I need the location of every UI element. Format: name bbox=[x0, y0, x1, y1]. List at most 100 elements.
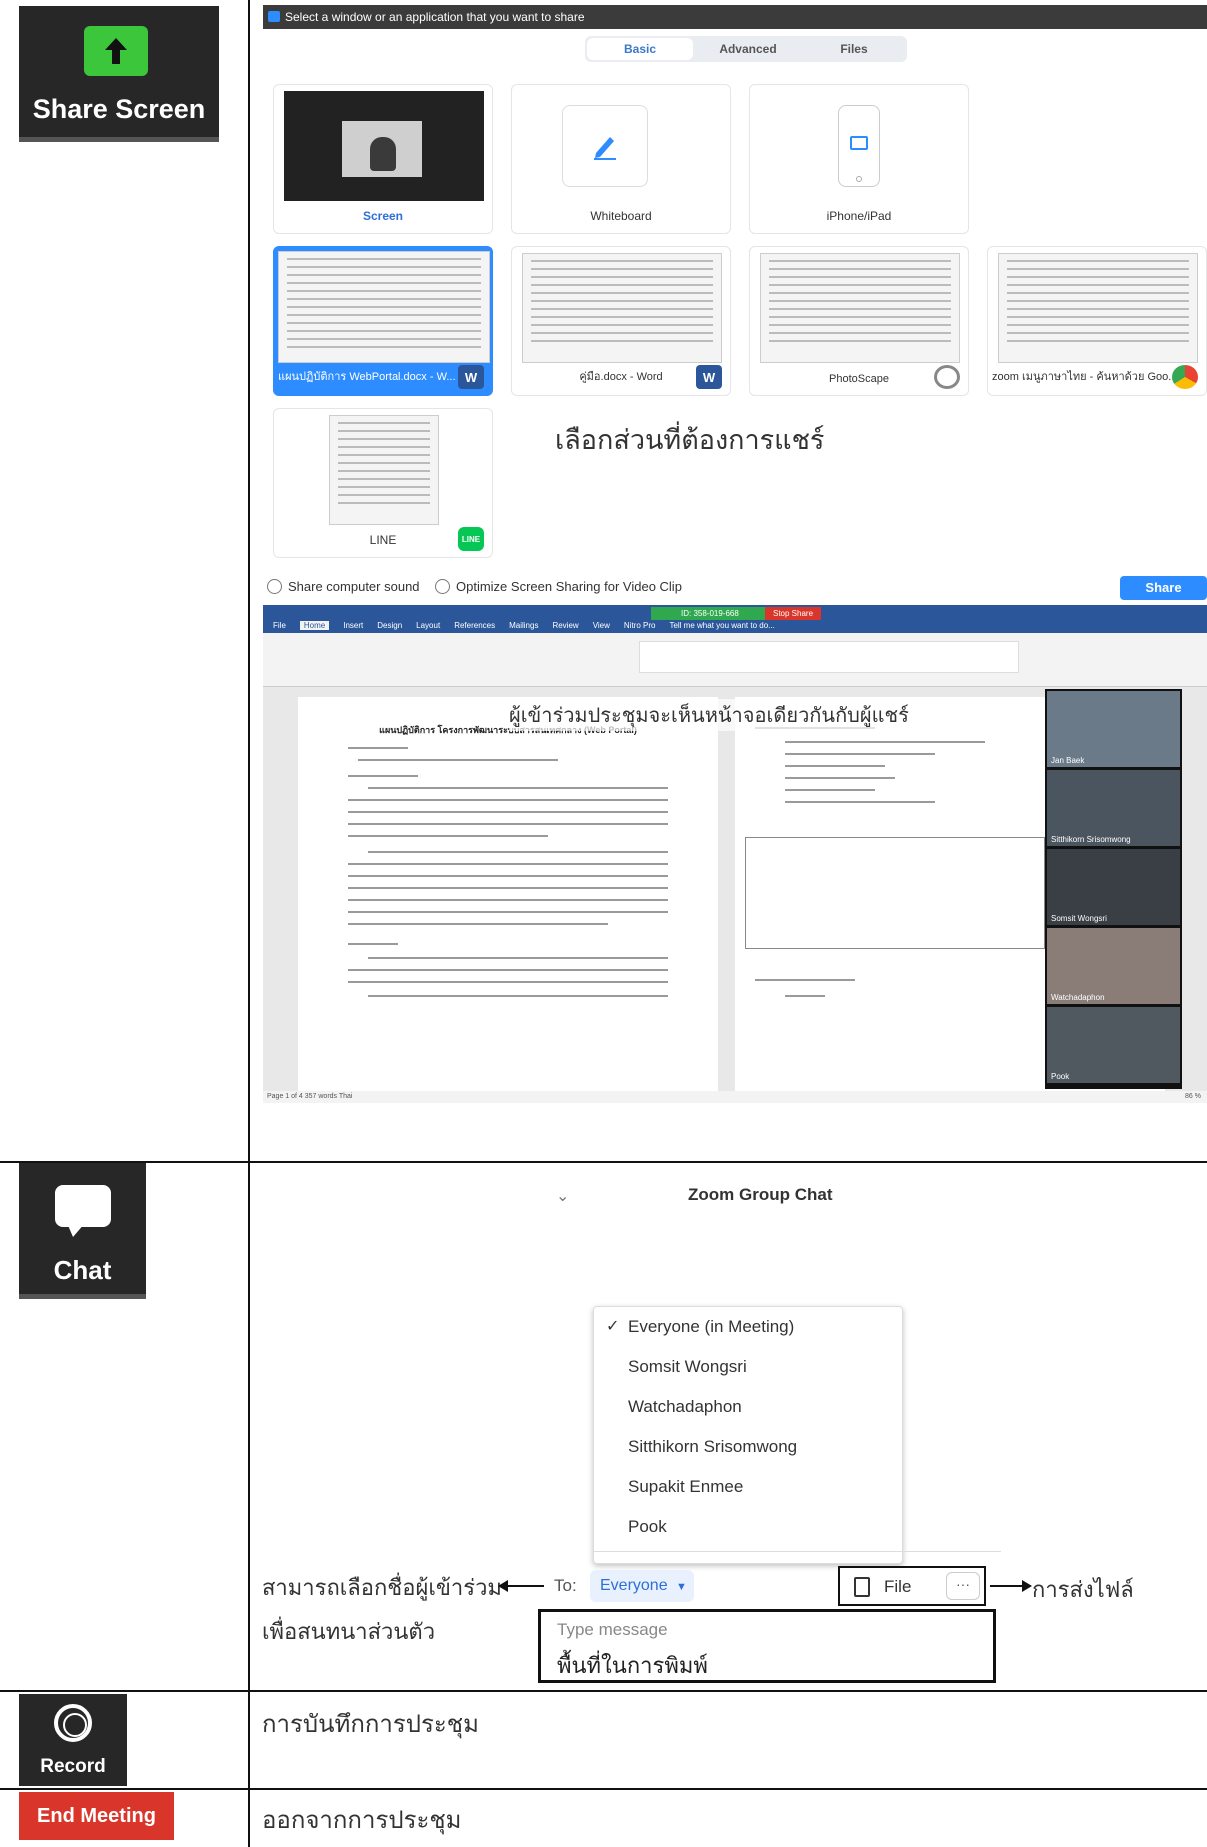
chevron-down-icon[interactable]: ⌄ bbox=[556, 1186, 569, 1206]
tell-me-box[interactable]: Tell me what you want to do... bbox=[669, 621, 774, 630]
share-tile-photoscape[interactable]: PhotoScape bbox=[749, 246, 969, 396]
ribbon-tab[interactable]: Nitro Pro bbox=[624, 621, 656, 630]
tile-caption: iPhone/iPad bbox=[826, 209, 892, 223]
annotation-private-1: สามารถเลือกชื่อผู้เข้าร่วม bbox=[262, 1576, 502, 1601]
to-label: To: bbox=[554, 1576, 577, 1595]
recipient-option[interactable]: Pook bbox=[594, 1507, 902, 1547]
ribbon-tab[interactable]: Layout bbox=[416, 621, 440, 630]
share-tile-screen[interactable]: Screen bbox=[273, 84, 493, 234]
checkmark-icon: ✓ bbox=[606, 1318, 620, 1335]
more-options-button[interactable]: ··· bbox=[946, 1572, 980, 1600]
optimize-video-checkbox[interactable] bbox=[435, 579, 450, 594]
ribbon-tab[interactable]: View bbox=[593, 621, 610, 630]
tab-advanced[interactable]: Advanced bbox=[695, 36, 801, 62]
share-confirm-button[interactable]: Share bbox=[1120, 576, 1207, 600]
tile-caption: Whiteboard bbox=[590, 209, 652, 223]
participant-video: Somsit Wongsri bbox=[1047, 849, 1180, 925]
share-sound-checkbox[interactable] bbox=[267, 579, 282, 594]
ribbon-tab[interactable]: Mailings bbox=[509, 621, 538, 630]
file-button[interactable]: File ··· bbox=[838, 1566, 986, 1606]
share-tile-webportal-doc[interactable]: แผนปฏิบัติการ WebPortal.docx - W... W bbox=[273, 246, 493, 396]
share-tile-iphone[interactable]: iPhone/iPad bbox=[749, 84, 969, 234]
photoscape-icon bbox=[934, 365, 960, 389]
document-thumbnail bbox=[522, 253, 722, 363]
file-label: File bbox=[884, 1577, 912, 1596]
line-app-thumbnail bbox=[329, 415, 439, 525]
ribbon-tab[interactable]: Review bbox=[552, 621, 578, 630]
zoom-level: 86 % bbox=[1185, 1093, 1201, 1100]
arrow-left-icon bbox=[498, 1580, 544, 1592]
share-screen-button[interactable]: Share Screen bbox=[19, 6, 219, 142]
line-icon: LINE bbox=[458, 527, 484, 551]
recipient-option[interactable]: Sitthikorn Srisomwong bbox=[594, 1427, 902, 1467]
message-input[interactable]: Type message พื้นที่ในการพิมพ์ bbox=[538, 1609, 996, 1683]
recipient-option[interactable]: Somsit Wongsri bbox=[594, 1347, 902, 1387]
arrow-right-icon bbox=[990, 1580, 1032, 1592]
ribbon-tab[interactable]: Design bbox=[377, 621, 402, 630]
annotation-same-screen: ผู้เข้าร่วมประชุมจะเห็นหน้าจอเดียวกันกับ… bbox=[509, 699, 909, 731]
manual-table: Share Screen Chat Record End Meeting Sel… bbox=[0, 0, 1207, 1847]
recipient-option[interactable]: ✓ Everyone (in Meeting) bbox=[594, 1307, 902, 1347]
share-window-titlebar: Select a window or an application that y… bbox=[263, 5, 1207, 29]
share-tile-chrome[interactable]: zoom เมนูภาษาไทย - ค้นหาด้วย Goo... bbox=[987, 246, 1207, 396]
message-placeholder: Type message bbox=[557, 1620, 668, 1639]
annotation-typing-area: พื้นที่ในการพิมพ์ bbox=[557, 1654, 708, 1679]
chat-bubble-tail bbox=[67, 1223, 85, 1237]
share-tile-manual-doc[interactable]: คู่มือ.docx - Word W bbox=[511, 246, 731, 396]
ribbon-tab[interactable]: Home bbox=[299, 621, 330, 630]
status-text: Page 1 of 4 357 words Thai bbox=[267, 1093, 353, 1100]
end-meeting-label: End Meeting bbox=[37, 1804, 156, 1827]
annotation-file: การส่งไฟล์ bbox=[1032, 1578, 1134, 1603]
chevron-down-icon: ▼ bbox=[676, 1581, 687, 1593]
browser-thumbnail bbox=[998, 253, 1198, 363]
phone-icon bbox=[838, 105, 880, 187]
share-arrow-icon bbox=[84, 26, 148, 76]
schedule-table bbox=[745, 837, 1045, 949]
end-meeting-description: ออกจากการประชุม bbox=[262, 1806, 462, 1834]
chat-button[interactable]: Chat bbox=[19, 1163, 146, 1299]
recipient-menu: ✓ Everyone (in Meeting) Somsit Wongsri Wa… bbox=[593, 1306, 903, 1564]
recipient-value: Everyone bbox=[600, 1577, 668, 1594]
share-tabs: Basic Advanced Files bbox=[585, 36, 907, 62]
share-tile-line[interactable]: LINE LINE bbox=[273, 408, 493, 558]
row-divider bbox=[0, 1788, 1207, 1790]
share-sound-label: Share computer sound bbox=[288, 579, 420, 594]
recipient-dropdown[interactable]: Everyone ▼ bbox=[590, 1570, 694, 1602]
tile-caption: Screen bbox=[362, 209, 404, 223]
annotation-private-2: เพื่อสนทนาส่วนตัว bbox=[262, 1620, 436, 1645]
chat-header: Zoom Group Chat bbox=[688, 1185, 833, 1204]
row-divider bbox=[0, 1161, 1207, 1163]
share-sound-option[interactable]: Share computer sound bbox=[267, 579, 420, 594]
meeting-share-bar: ID: 358-019-668 Stop Share bbox=[651, 607, 821, 620]
recipient-option[interactable]: Watchadaphon bbox=[594, 1387, 902, 1427]
share-screen-label: Share Screen bbox=[32, 94, 206, 124]
record-button[interactable]: Record bbox=[19, 1694, 127, 1786]
optimize-video-option[interactable]: Optimize Screen Sharing for Video Clip bbox=[435, 579, 682, 594]
chat-divider bbox=[593, 1551, 1001, 1552]
row-divider bbox=[0, 1690, 1207, 1692]
column-divider bbox=[248, 0, 250, 1847]
end-meeting-button[interactable]: End Meeting bbox=[19, 1792, 174, 1840]
participant-video: Sitthikorn Srisomwong bbox=[1047, 770, 1180, 846]
tab-files[interactable]: Files bbox=[801, 36, 907, 62]
word-ribbon: ID: 358-019-668 Stop Share File Home Ins… bbox=[263, 605, 1207, 687]
word-statusbar: Page 1 of 4 357 words Thai 86 % bbox=[263, 1091, 1207, 1103]
participant-video: Watchadaphon bbox=[1047, 928, 1180, 1004]
recipient-option[interactable]: Supakit Enmee bbox=[594, 1467, 902, 1507]
share-tile-whiteboard[interactable]: Whiteboard bbox=[511, 84, 731, 234]
share-window-title: Select a window or an application that y… bbox=[285, 10, 585, 24]
ribbon-tab[interactable]: References bbox=[454, 621, 495, 630]
word-icon: W bbox=[696, 365, 722, 389]
chat-label: Chat bbox=[53, 1255, 112, 1285]
record-description: การบันทึกการประชุม bbox=[262, 1710, 479, 1738]
tab-basic[interactable]: Basic bbox=[587, 38, 693, 60]
styles-gallery[interactable] bbox=[639, 641, 1019, 673]
chat-bubble-icon bbox=[55, 1185, 111, 1227]
participant-video: Jan Baek bbox=[1047, 691, 1180, 767]
document-page: แผนปฏิบัติการ โครงการพัฒนาระบบสารสนเทศกล… bbox=[298, 697, 718, 1093]
stop-share-button[interactable]: Stop Share bbox=[765, 607, 821, 620]
chrome-icon bbox=[1172, 365, 1198, 389]
ribbon-tab[interactable]: File bbox=[273, 621, 286, 630]
word-icon: W bbox=[458, 365, 484, 389]
ribbon-tab[interactable]: Insert bbox=[343, 621, 363, 630]
